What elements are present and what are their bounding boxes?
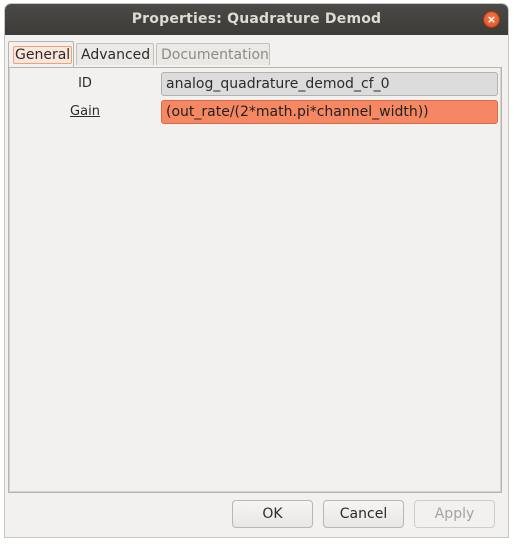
apply-button[interactable]: Apply xyxy=(414,500,495,528)
tab-general-label: General xyxy=(13,46,73,64)
tab-documentation-label: Documentation xyxy=(161,47,269,63)
gain-field[interactable]: (out_rate/(2*math.pi*channel_width)) xyxy=(161,100,498,124)
close-button[interactable]: × xyxy=(484,12,499,27)
panel-border xyxy=(9,68,501,492)
general-tab-panel: ID analog_quadrature_demod_cf_0 Gain (ou… xyxy=(8,67,502,493)
id-field[interactable]: analog_quadrature_demod_cf_0 xyxy=(161,72,498,96)
id-label: ID xyxy=(78,76,92,91)
window-title: Properties: Quadrature Demod xyxy=(131,11,382,27)
cancel-button[interactable]: Cancel xyxy=(323,500,404,528)
properties-dialog: Properties: Quadrature Demod × General A… xyxy=(5,4,508,537)
ok-button[interactable]: OK xyxy=(232,500,313,528)
title-bar[interactable]: Properties: Quadrature Demod × xyxy=(5,4,508,35)
tab-documentation[interactable]: Documentation xyxy=(156,43,270,65)
gain-label[interactable]: Gain xyxy=(15,104,155,119)
tab-advanced[interactable]: Advanced xyxy=(76,43,154,65)
dialog-button-bar: OK Cancel Apply xyxy=(5,497,508,533)
tab-general[interactable]: General xyxy=(8,41,74,67)
tab-advanced-label: Advanced xyxy=(81,47,151,63)
close-icon: × xyxy=(486,13,497,26)
